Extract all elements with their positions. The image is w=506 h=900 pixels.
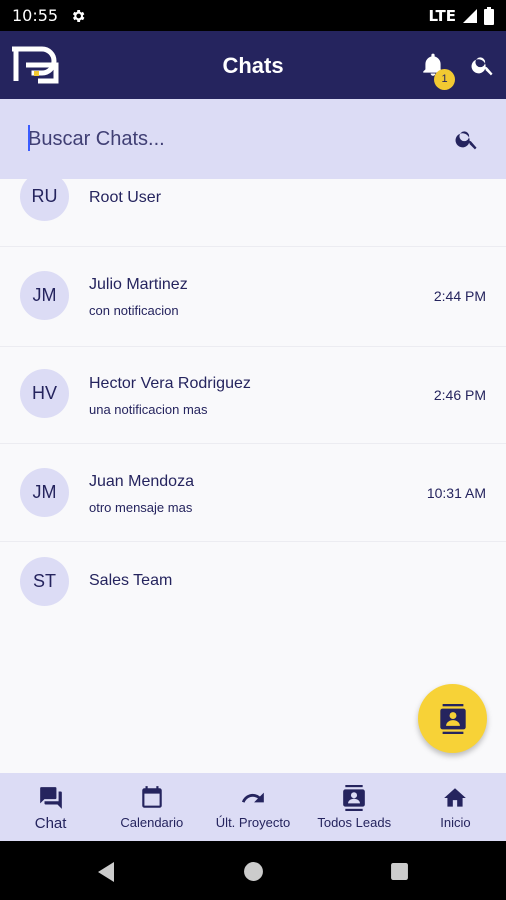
nav-chat[interactable]: Chat (0, 773, 101, 841)
chat-name: Root User (89, 189, 162, 206)
notification-badge: 1 (434, 69, 455, 90)
chat-item[interactable]: RU Root User (0, 179, 506, 247)
chat-time: 10:31 AM (426, 485, 486, 501)
nav-ultimo-proyecto[interactable]: Últ. Proyecto (202, 773, 303, 841)
nav-label: Inicio (440, 815, 471, 830)
status-bar: 10:55 LTE (0, 0, 506, 31)
chat-item[interactable]: HV Hector Vera Rodriguez una notificacio… (0, 347, 506, 444)
text-cursor (28, 125, 30, 151)
search-submit-icon[interactable] (454, 126, 480, 152)
avatar: JM (20, 271, 69, 320)
avatar: RU (20, 179, 69, 221)
chat-item[interactable]: JM Julio Martinez con notificacion 2:44 … (0, 247, 506, 347)
app-bar: Chats 1 (0, 31, 506, 99)
nav-label: Chat (34, 815, 67, 832)
nav-calendario[interactable]: Calendario (101, 773, 202, 841)
chat-last-message: con notificacion (89, 303, 179, 318)
contact-card-icon (439, 703, 466, 734)
home-circle-icon[interactable] (243, 861, 264, 882)
network-type: LTE (428, 6, 456, 25)
chat-item[interactable]: JM Juan Mendoza otro mensaje mas 10:31 A… (0, 444, 506, 542)
bottom-navigation: Chat Calendario Últ. Proyecto Todos Lead… (0, 773, 506, 841)
battery-icon (484, 6, 494, 25)
chat-list: RU Root User JM Julio Martinez con notif… (0, 179, 506, 773)
chat-icon (39, 787, 62, 809)
nav-label: Últ. Proyecto (215, 815, 291, 830)
system-navigation-bar (0, 841, 506, 900)
calendar-icon (142, 786, 162, 808)
contacts-icon (343, 785, 366, 811)
chat-name: Hector Vera Rodriguez (89, 375, 251, 392)
chat-name: Juan Mendoza (89, 473, 194, 490)
search-chats-input[interactable] (28, 123, 428, 155)
chat-time: 2:46 PM (433, 387, 486, 403)
settings-gear-icon (73, 9, 85, 22)
signal-icon (463, 8, 477, 23)
chat-item[interactable]: ST Sales Team (0, 542, 506, 620)
nav-inicio[interactable]: Inicio (405, 773, 506, 841)
chat-last-message: otro mensaje mas (89, 500, 193, 515)
chat-name: Sales Team (89, 572, 173, 589)
chat-name: Julio Martinez (89, 276, 188, 293)
home-icon (444, 788, 467, 807)
chat-time: 2:44 PM (433, 288, 486, 304)
status-time: 10:55 (12, 6, 59, 25)
search-icon[interactable] (470, 52, 496, 78)
contacts-fab-button[interactable] (418, 684, 487, 753)
recents-icon[interactable] (390, 862, 409, 881)
back-icon[interactable] (96, 861, 116, 883)
search-panel (0, 99, 506, 179)
nav-label: Todos Leads (317, 815, 392, 830)
nav-label: Calendario (120, 815, 184, 830)
avatar: ST (20, 557, 69, 606)
nav-todos-leads[interactable]: Todos Leads (304, 773, 405, 841)
redo-icon (241, 792, 264, 803)
avatar: JM (20, 468, 69, 517)
avatar: HV (20, 369, 69, 418)
chat-last-message: una notificacion mas (89, 402, 208, 417)
